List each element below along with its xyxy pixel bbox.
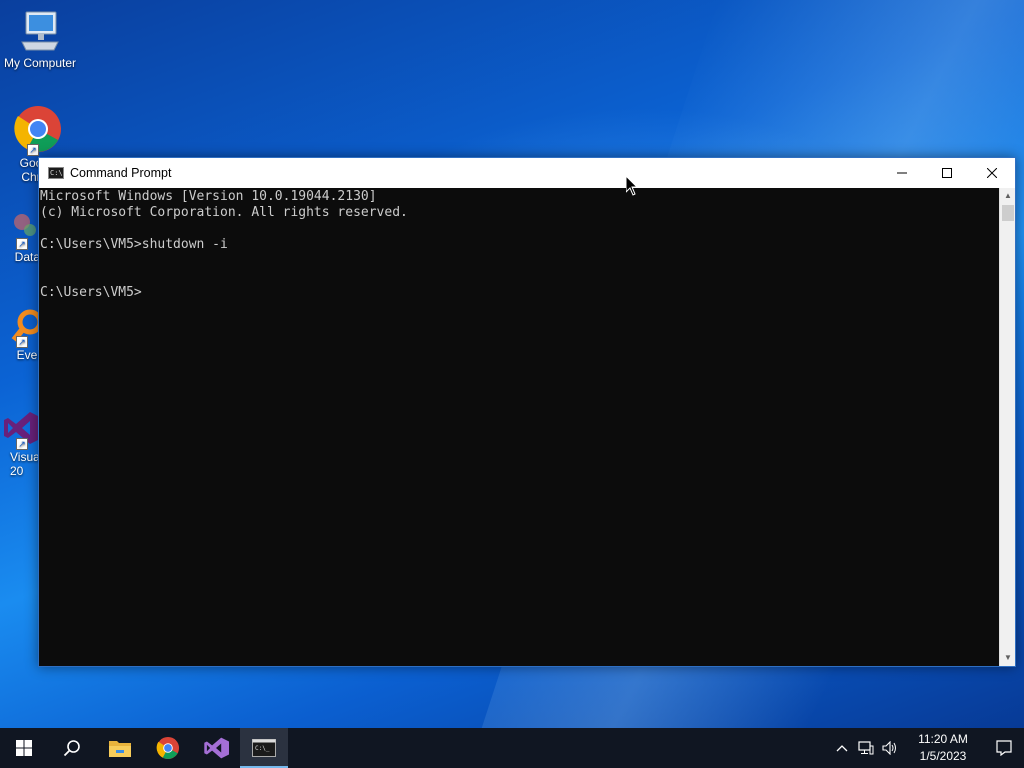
search-button[interactable] — [48, 728, 96, 768]
start-button[interactable] — [0, 728, 48, 768]
chrome-icon — [156, 736, 180, 760]
computer-icon — [18, 8, 62, 54]
command-prompt-window[interactable]: C:\ Command Prompt Microsoft Windows [Ve… — [38, 157, 1016, 667]
scroll-down-arrow-icon[interactable]: ▼ — [1000, 650, 1016, 666]
visual-studio-icon: ↗ — [2, 408, 42, 450]
clock-time: 11:20 AM — [918, 732, 968, 746]
command-prompt-icon: C:\_ — [252, 739, 276, 757]
svg-text:C:\_: C:\_ — [255, 745, 270, 752]
console-line: Microsoft Windows [Version 10.0.19044.21… — [40, 189, 377, 204]
console-output[interactable]: Microsoft Windows [Version 10.0.19044.21… — [39, 188, 999, 666]
clock-date: 1/5/2023 — [919, 749, 967, 763]
maximize-icon — [942, 168, 952, 178]
minimize-button[interactable] — [879, 158, 925, 188]
shortcut-arrow-icon: ↗ — [16, 238, 28, 250]
shortcut-arrow-icon: ↗ — [16, 336, 28, 348]
desktop-icon-label: My Computer — [3, 56, 77, 70]
command-prompt-icon: C:\ — [48, 167, 64, 179]
console-line: C:\Users\VM5>shutdown -i — [40, 237, 228, 252]
action-center-button[interactable] — [984, 728, 1024, 768]
speaker-icon — [882, 741, 896, 755]
taskbar-command-prompt[interactable]: C:\_ — [240, 728, 288, 768]
file-explorer-icon — [109, 741, 131, 757]
taskbar-chrome[interactable] — [144, 728, 192, 768]
network-button[interactable] — [854, 728, 878, 768]
search-icon — [63, 740, 80, 757]
show-hidden-icons-button[interactable] — [830, 728, 854, 768]
network-icon — [858, 741, 874, 755]
datawarrior-icon: ↗ — [2, 208, 42, 250]
shortcut-arrow-icon: ↗ — [16, 438, 28, 450]
chrome-icon: ↗ — [13, 104, 63, 156]
desktop-icon-my-computer[interactable]: My Computer — [0, 8, 80, 70]
vertical-scrollbar[interactable]: ▲ ▼ — [999, 188, 1015, 666]
close-button[interactable] — [969, 158, 1015, 188]
everything-icon: ↗ — [2, 306, 43, 348]
window-title: Command Prompt — [70, 166, 172, 180]
taskbar-file-explorer[interactable] — [96, 728, 144, 768]
taskbar-clock[interactable]: 11:20 AM 1/5/2023 — [906, 731, 980, 765]
chevron-up-icon — [836, 745, 848, 752]
minimize-icon — [897, 172, 907, 174]
window-titlebar[interactable]: C:\ Command Prompt — [39, 158, 1015, 188]
visual-studio-icon — [204, 737, 229, 759]
shortcut-arrow-icon: ↗ — [27, 144, 39, 156]
console-line: (c) Microsoft Corporation. All rights re… — [40, 205, 408, 220]
scrollbar-thumb[interactable] — [1002, 205, 1014, 221]
notification-icon — [996, 740, 1012, 756]
console-line: C:\Users\VM5> — [40, 285, 142, 300]
close-icon — [987, 168, 997, 178]
volume-button[interactable] — [878, 728, 902, 768]
maximize-button[interactable] — [924, 158, 970, 188]
taskbar-visual-studio[interactable] — [192, 728, 240, 768]
mouse-cursor-icon — [626, 176, 638, 196]
taskbar: C:\_ 11:20 AM 1/5/2023 — [0, 728, 1024, 768]
start-icon — [16, 740, 32, 756]
scroll-up-arrow-icon[interactable]: ▲ — [1000, 188, 1016, 204]
system-tray: 11:20 AM 1/5/2023 — [830, 728, 1024, 768]
